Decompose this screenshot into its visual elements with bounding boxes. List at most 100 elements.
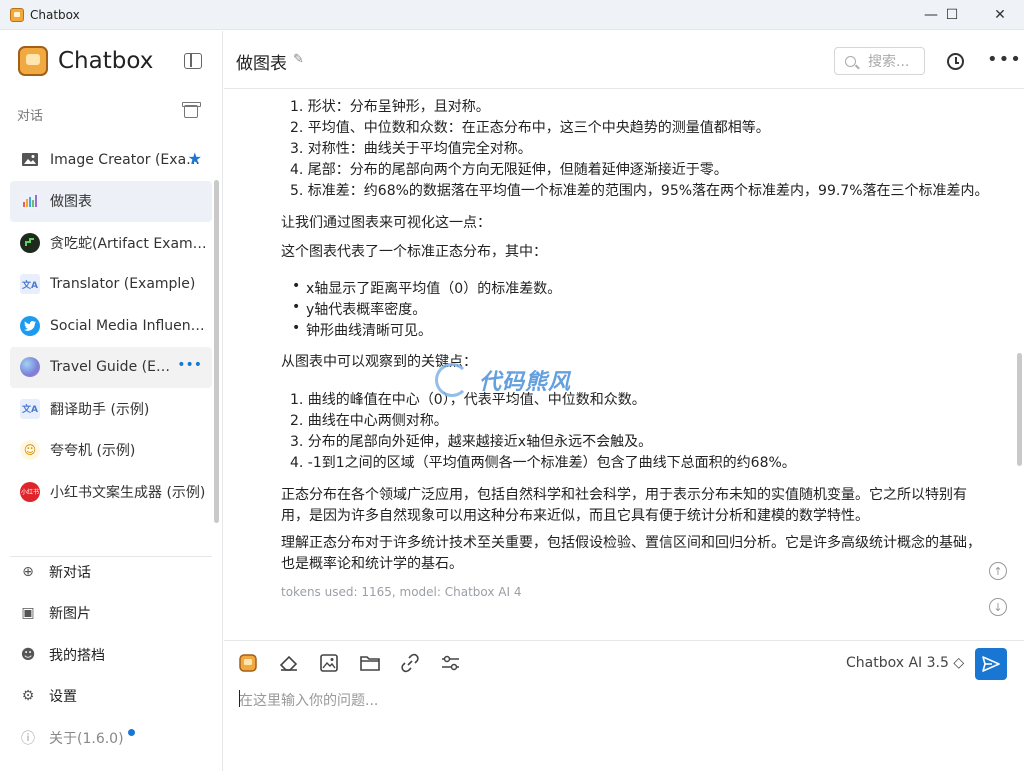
- folder-icon[interactable]: [360, 653, 380, 673]
- conversation-item[interactable]: ☺ 夸夸机 (示例): [10, 430, 212, 472]
- watermark-text: 代码熊风: [479, 370, 572, 395]
- bullet-item: x轴显示了距离平均值（0）的标准差数。: [292, 278, 561, 298]
- sidebar-scrollbar[interactable]: [214, 180, 219, 523]
- sidebar: Chatbox 对话 Image Creator (Example) ★ 做图表…: [0, 31, 223, 771]
- conversation-label: 夸夸机 (示例): [50, 443, 136, 460]
- message-meta: tokens used: 1165, model: Chatbox AI 4: [281, 585, 522, 599]
- conversation-label: Social Media Influencer (Example): [50, 317, 208, 334]
- list-item: 5. 标准差：约68%的数据落在平均值一个标准差的范围内，95%落在两个标准差内…: [290, 183, 989, 199]
- plus-circle-icon: ⊕: [22, 563, 34, 580]
- send-button[interactable]: [975, 648, 1007, 680]
- list-item: 2. 平均值、中位数和众数：在正态分布中，这三个中央趋势的测量值都相等。: [290, 120, 770, 136]
- send-icon: [982, 656, 1000, 672]
- chat-title: 做图表: [236, 54, 287, 74]
- conversation-label: 做图表: [50, 194, 92, 211]
- message-area: 1. 形状：分布呈钟形，且对称。 2. 平均值、中位数和众数：在正态分布中，这三…: [224, 90, 1014, 638]
- watermark: 代码熊风: [435, 363, 571, 397]
- new-image-icon: ▣: [21, 605, 35, 622]
- sidebar-menu: ⊕ 新对话 ▣ 新图片 ☻ 我的搭档 ⚙ 设置 ⓘ 关于(1.6.0): [20, 551, 210, 759]
- history-icon[interactable]: [947, 53, 964, 70]
- conversation-item[interactable]: 贪吃蛇(Artifact Example): [10, 222, 212, 264]
- conversation-list: Image Creator (Example) ★ 做图表 贪吃蛇(Artifa…: [10, 139, 212, 513]
- twitter-icon: [20, 315, 40, 336]
- my-copilots-button[interactable]: ☻ 我的搭档: [20, 634, 210, 676]
- conversation-label: 贪吃蛇(Artifact Example): [50, 235, 208, 252]
- list-item: 1. 形状：分布呈钟形，且对称。: [290, 99, 490, 115]
- conversation-label: Travel Guide (Example): [50, 359, 170, 376]
- new-chat-button[interactable]: ⊕ 新对话: [20, 551, 210, 593]
- clear-conversations-icon[interactable]: [182, 102, 201, 118]
- conversation-label: 翻译助手 (示例): [50, 401, 150, 418]
- watermark-logo-icon: [435, 363, 469, 397]
- menu-label: 新对话: [49, 564, 91, 581]
- collapse-sidebar-icon[interactable]: [184, 53, 202, 69]
- about-button[interactable]: ⓘ 关于(1.6.0): [20, 717, 210, 759]
- chatbox-app-icon: [10, 7, 24, 22]
- window-titlebar: Chatbox — ☐ ✕: [0, 0, 1024, 30]
- conversation-label: Image Creator (Example): [50, 151, 208, 168]
- conversation-item[interactable]: Image Creator (Example) ★: [10, 139, 212, 181]
- snake-game-icon: [20, 232, 40, 253]
- menu-label: 我的搭档: [49, 647, 105, 664]
- search-input[interactable]: 搜索...: [834, 47, 925, 75]
- copilot-icon[interactable]: [238, 653, 258, 673]
- list-item: 3. 对称性：曲线关于平均值完全对称。: [290, 141, 532, 157]
- gear-icon: ⚙: [21, 688, 35, 705]
- brand-name: Chatbox: [58, 48, 154, 74]
- chart-icon: [20, 191, 40, 212]
- translate-icon: 文A: [20, 398, 40, 419]
- robot-icon: ☻: [20, 646, 36, 663]
- search-placeholder: 搜索...: [868, 54, 910, 70]
- search-icon: [845, 55, 856, 67]
- menu-label: 关于(1.6.0): [49, 730, 124, 747]
- image-icon: [20, 149, 40, 170]
- settings-sliders-icon[interactable]: [441, 653, 461, 673]
- praise-bot-icon: ☺: [20, 440, 40, 461]
- conversation-label: 小红书文案生成器 (示例): [50, 484, 206, 501]
- scroll-down-icon[interactable]: ↓: [989, 598, 1007, 616]
- star-icon[interactable]: ★: [188, 149, 202, 168]
- link-icon[interactable]: [400, 653, 420, 673]
- message-scrollbar[interactable]: [1017, 353, 1022, 466]
- more-icon[interactable]: •••: [987, 49, 1022, 70]
- bullet-item: 钟形曲线清晰可见。: [292, 320, 432, 340]
- conversation-item[interactable]: 文A 翻译助手 (示例): [10, 388, 212, 430]
- bullet-item: y轴代表概率密度。: [292, 299, 426, 319]
- list-item: 3. 分布的尾部向外延伸，越来越接近x轴但永远不会触及。: [290, 434, 653, 450]
- update-dot: [127, 729, 135, 737]
- paragraph: 这个图表代表了一个标准正态分布，其中：: [281, 244, 547, 260]
- conversation-item[interactable]: Travel Guide (Example) •••: [10, 346, 212, 388]
- menu-label: 设置: [49, 689, 77, 706]
- globe-icon: [20, 357, 40, 378]
- new-image-button[interactable]: ▣ 新图片: [20, 593, 210, 635]
- conversation-item[interactable]: Social Media Influencer (Example): [10, 305, 212, 347]
- translate-icon: 文A: [20, 274, 40, 295]
- close-button[interactable]: ✕: [977, 0, 1023, 30]
- message-input[interactable]: [239, 689, 999, 713]
- settings-button[interactable]: ⚙ 设置: [20, 676, 210, 718]
- list-item: 4. 尾部：分布的尾部向两个方向无限延伸，但随着延伸逐渐接近于零。: [290, 162, 728, 178]
- text-caret: [239, 690, 240, 707]
- edit-title-icon[interactable]: ✎: [293, 52, 304, 67]
- image-upload-icon[interactable]: [319, 653, 339, 673]
- conversation-item[interactable]: 做图表: [10, 180, 212, 222]
- chatbox-logo-icon: [18, 46, 48, 76]
- paragraph: 理解正态分布对于许多统计技术至关重要，包括假设检验、置信区间和回归分析。它是许多…: [281, 535, 981, 572]
- model-selector[interactable]: Chatbox AI 3.5 ◇: [846, 655, 964, 671]
- conversation-label: Translator (Example): [50, 276, 196, 293]
- menu-label: 新图片: [49, 606, 91, 623]
- window-title: Chatbox: [30, 7, 80, 22]
- eraser-icon[interactable]: [279, 653, 299, 673]
- brand: Chatbox: [18, 46, 153, 76]
- paragraph: 从图表中可以观察到的关键点：: [281, 354, 477, 370]
- conversation-item[interactable]: 小红书 小红书文案生成器 (示例): [10, 471, 212, 513]
- scroll-up-icon[interactable]: ↑: [989, 562, 1007, 580]
- chat-header: 做图表 ✎ 搜索... •••: [224, 31, 1024, 89]
- paragraph: 正态分布在各个领域广泛应用，包括自然科学和社会科学，用于表示分布未知的实值随机变…: [281, 487, 967, 524]
- paragraph: 让我们通过图表来可视化这一点：: [281, 215, 491, 231]
- maximize-button[interactable]: ☐: [929, 0, 975, 30]
- list-item: 4. -1到1之间的区域（平均值两侧各一个标准差）包含了曲线下总面积的约68%。: [290, 455, 796, 471]
- section-label: 对话: [17, 109, 44, 124]
- more-options-icon[interactable]: •••: [177, 357, 202, 373]
- conversation-item[interactable]: 文A Translator (Example): [10, 264, 212, 306]
